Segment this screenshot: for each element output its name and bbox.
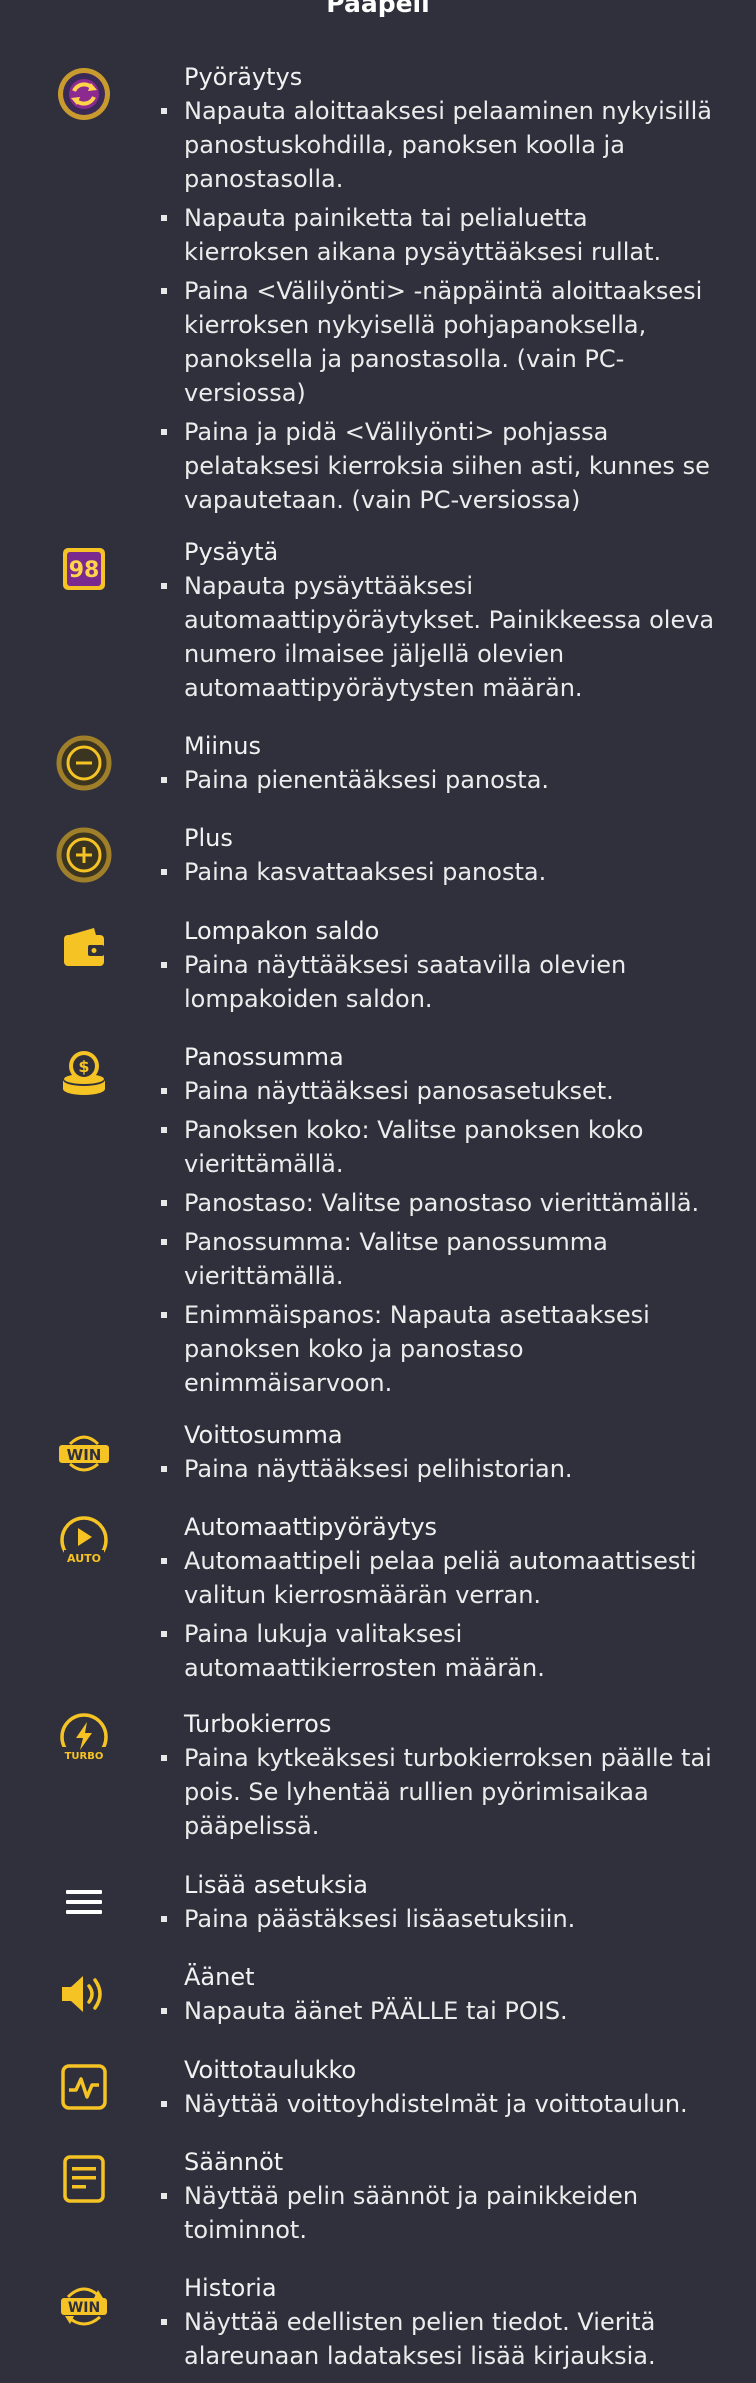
plus-icon: [54, 825, 114, 885]
help-item-content: Turbokierros Paina kytkeäksesi turbokier…: [161, 1709, 716, 1848]
game-help-page: Pääpeli Pyöräytys Napauta aloittaaksesi …: [0, 0, 756, 2383]
help-item-content: Lisää asetuksia Paina päästäksesi lisäas…: [161, 1870, 716, 1941]
bullet-text: Paina kytkeäksesi turbokierroksen päälle…: [161, 1741, 716, 1843]
bullet-text: Paina näyttääksesi saatavilla olevien lo…: [161, 948, 716, 1016]
help-item-bullets: Automaattipeli pelaa peliä automaattises…: [161, 1544, 716, 1685]
turbo-icon: TURBO: [54, 1711, 114, 1771]
sound-icon: [54, 1964, 114, 2024]
rules-icon: [54, 2149, 114, 2209]
help-item-content: Panossumma Paina näyttääksesi panosasetu…: [161, 1042, 716, 1405]
menu-icon: [54, 1872, 114, 1932]
wallet-icon: [54, 918, 114, 978]
help-item-heading: Panossumma: [184, 1043, 344, 1071]
help-item-heading: Turbokierros: [184, 1710, 332, 1738]
help-item-heading: Äänet: [184, 1963, 255, 1991]
help-item-content: Äänet Napauta äänet PÄÄLLE tai POIS.: [161, 1962, 716, 2033]
help-item-content: Automaattipyöräytys Automaattipeli pelaa…: [161, 1512, 716, 1690]
bullet-text: Automaattipeli pelaa peliä automaattises…: [161, 1544, 716, 1612]
help-item-heading: Voittotaulukko: [184, 2056, 357, 2084]
bullet-text: Paina ja pidä <Välilyönti> pohjassa pela…: [161, 415, 716, 517]
paytable-icon: [54, 2057, 114, 2117]
help-item-content: Plus Paina kasvattaaksesi panosta.: [161, 823, 716, 894]
bullet-text: Panostaso: Valitse panostaso vierittämäl…: [161, 1186, 716, 1220]
help-item-content: Pysäytä Napauta pysäyttääksesi automaatt…: [161, 537, 716, 710]
help-item-content: Säännöt Näyttää pelin säännöt ja painikk…: [161, 2147, 716, 2252]
help-item-content: Lompakon saldo Paina näyttääksesi saatav…: [161, 916, 716, 1021]
bullet-text: Panoksen koko: Valitse panoksen koko vie…: [161, 1113, 716, 1181]
help-item-bullets: Paina näyttääksesi panosasetukset. Panok…: [161, 1074, 716, 1400]
help-item-bullets: Napauta äänet PÄÄLLE tai POIS.: [161, 1994, 716, 2028]
bullet-text: Paina lukuja valitaksesi automaattikierr…: [161, 1617, 716, 1685]
bullet-text: Paina näyttääksesi panosasetukset.: [161, 1074, 716, 1108]
bullet-text: Näyttää pelin säännöt ja painikkeiden to…: [161, 2179, 716, 2247]
help-item-heading: Plus: [184, 824, 233, 852]
help-item-content: Voittotaulukko Näyttää voittoyhdistelmät…: [161, 2055, 716, 2126]
bullet-text: Panossumma: Valitse panossumma vierittäm…: [161, 1225, 716, 1293]
help-item-heading: Säännöt: [184, 2148, 284, 2176]
help-item-heading: Lisää asetuksia: [184, 1871, 368, 1899]
help-item-heading: Miinus: [184, 732, 261, 760]
help-item-heading: Pysäytä: [184, 538, 279, 566]
bullet-text: Paina pienentääksesi panosta.: [161, 763, 716, 797]
bullet-text: Paina kasvattaaksesi panosta.: [161, 855, 716, 889]
minus-icon: [54, 733, 114, 793]
help-item-bullets: Näyttää voittoyhdistelmät ja voittotaulu…: [161, 2087, 716, 2121]
win-icon: WIN: [54, 1422, 114, 1482]
bullet-text: Enimmäispanos: Napauta asettaaksesi pano…: [161, 1298, 716, 1400]
svg-text:AUTO: AUTO: [67, 1552, 101, 1565]
history-icon: WIN: [54, 2275, 114, 2335]
help-item-content: Miinus Paina pienentääksesi panosta.: [161, 731, 716, 802]
bullet-text: Napauta aloittaaksesi pelaaminen nykyisi…: [161, 94, 716, 196]
help-item-heading: Historia: [184, 2274, 277, 2302]
svg-text:TURBO: TURBO: [65, 1751, 104, 1762]
spin-icon: [54, 64, 114, 124]
help-item-bullets: Näyttää pelin säännöt ja painikkeiden to…: [161, 2179, 716, 2247]
stop-autospin-icon: 98: [54, 539, 114, 599]
svg-text:$: $: [78, 1057, 89, 1076]
help-item-heading: Lompakon saldo: [184, 917, 380, 945]
bullet-text: Napauta äänet PÄÄLLE tai POIS.: [161, 1994, 716, 2028]
coin-stack-icon: $: [54, 1044, 114, 1104]
help-item-bullets: Paina näyttääksesi saatavilla olevien lo…: [161, 948, 716, 1016]
svg-text:WIN: WIN: [68, 2300, 100, 2316]
help-item-bullets: Näyttää edellisten pelien tiedot. Vierit…: [161, 2305, 716, 2373]
help-item-bullets: Paina pienentääksesi panosta.: [161, 763, 716, 797]
help-item-heading: Automaattipyöräytys: [184, 1513, 438, 1541]
bullet-text: Paina päästäksesi lisäasetuksiin.: [161, 1902, 716, 1936]
help-item-bullets: Paina päästäksesi lisäasetuksiin.: [161, 1902, 716, 1936]
bullet-text: Paina <Välilyönti> -näppäintä aloittaaks…: [161, 274, 716, 410]
help-item-heading: Pyöräytys: [184, 63, 303, 91]
help-item-bullets: Napauta pysäyttääksesi automaattipyöräyt…: [161, 569, 716, 705]
bullet-text: Näyttää edellisten pelien tiedot. Vierit…: [161, 2305, 716, 2373]
help-item-content: Voittosumma Paina näyttääksesi pelihisto…: [161, 1420, 716, 1491]
help-item-heading: Voittosumma: [184, 1421, 343, 1449]
help-item-content: Historia Näyttää edellisten pelien tiedo…: [161, 2273, 716, 2378]
help-item-content: Pyöräytys Napauta aloittaaksesi pelaamin…: [161, 62, 716, 522]
bullet-text: Paina näyttääksesi pelihistorian.: [161, 1452, 716, 1486]
bullet-text: Napauta painiketta tai pelialuetta kierr…: [161, 201, 716, 269]
svg-text:98: 98: [69, 558, 100, 583]
svg-text:WIN: WIN: [67, 1446, 102, 1464]
help-item-bullets: Paina kytkeäksesi turbokierroksen päälle…: [161, 1741, 716, 1843]
help-item-bullets: Paina kasvattaaksesi panosta.: [161, 855, 716, 889]
bullet-text: Näyttää voittoyhdistelmät ja voittotaulu…: [161, 2087, 716, 2121]
help-item-bullets: Paina näyttääksesi pelihistorian.: [161, 1452, 716, 1486]
page-title: Pääpeli: [326, 0, 430, 18]
bullet-text: Napauta pysäyttääksesi automaattipyöräyt…: [161, 569, 716, 705]
autoplay-icon: AUTO: [54, 1514, 114, 1574]
help-item-bullets: Napauta aloittaaksesi pelaaminen nykyisi…: [161, 94, 716, 517]
